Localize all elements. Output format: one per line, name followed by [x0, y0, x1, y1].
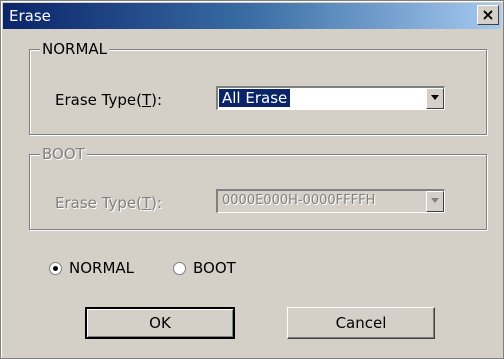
close-button[interactable]: × — [477, 5, 499, 25]
radio-boot-label: BOOT — [193, 259, 236, 277]
triangle-down-icon — [431, 95, 439, 100]
boot-combo-dropdown-button[interactable] — [426, 191, 444, 212]
window-title: Erase — [9, 7, 51, 25]
ok-button[interactable]: OK — [85, 307, 235, 339]
normal-erase-type-label: Erase Type(T): — [55, 91, 163, 109]
normal-erase-type-value: All Erase — [219, 89, 291, 107]
boot-erase-type-value: 0000E000H-0000FFFFH — [222, 193, 376, 208]
close-icon: × — [481, 5, 495, 24]
radio-normal-label: NORMAL — [69, 259, 135, 277]
triangle-down-icon — [431, 198, 439, 203]
radio-normal[interactable]: NORMAL — [49, 259, 159, 279]
boot-group: BOOT Erase Type(T): 0000E000H-0000FFFFH — [29, 145, 487, 230]
normal-erase-type-select[interactable]: All Erase — [216, 86, 445, 110]
normal-combo-dropdown-button[interactable] — [426, 88, 444, 109]
erase-dialog: Erase × NORMAL Erase Type(T): All Erase … — [0, 0, 504, 359]
radio-boot[interactable]: BOOT — [173, 259, 263, 279]
normal-group: NORMAL Erase Type(T): All Erase — [29, 40, 487, 135]
radio-unselected-icon — [173, 262, 186, 275]
boot-erase-type-select[interactable]: 0000E000H-0000FFFFH — [216, 189, 445, 213]
boot-erase-type-label: Erase Type(T): — [55, 194, 163, 212]
cancel-button[interactable]: Cancel — [287, 307, 435, 339]
title-bar[interactable]: Erase × — [3, 3, 501, 29]
radio-selected-icon — [49, 262, 62, 275]
normal-group-legend: NORMAL — [40, 40, 110, 58]
boot-group-legend: BOOT — [40, 145, 87, 163]
